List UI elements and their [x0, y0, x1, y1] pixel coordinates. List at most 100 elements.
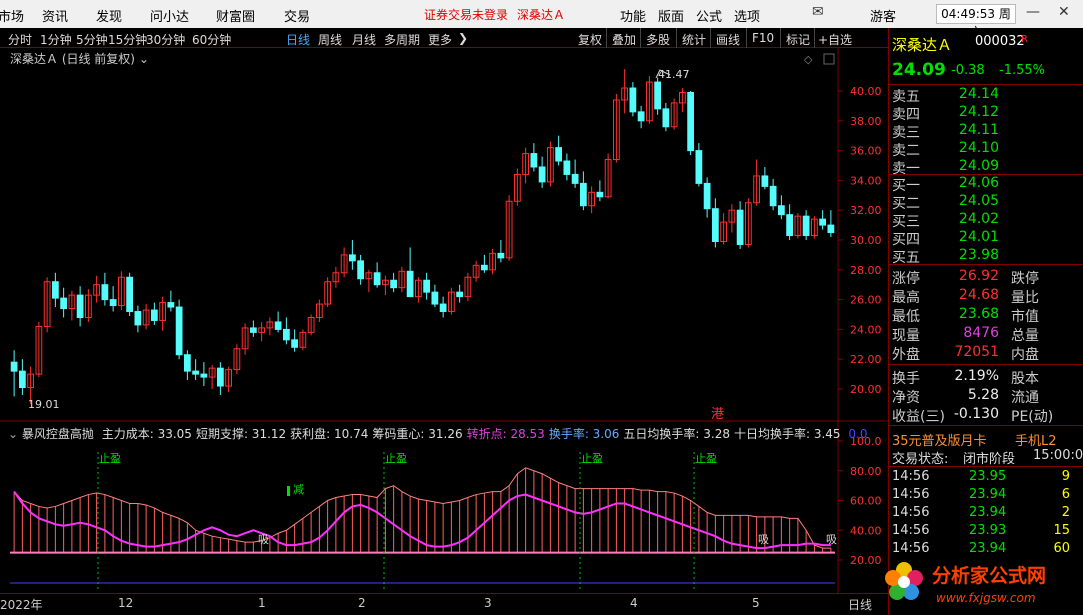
price-axis-label: 32.00	[850, 204, 882, 217]
take-profit-label: 止盈	[99, 452, 121, 465]
clock: 04:49:53 周六	[936, 4, 1016, 39]
indicator-field: 获利盘: 10.74	[290, 427, 369, 441]
candle-body	[60, 297, 68, 310]
diamond-icon: ◇	[804, 53, 813, 66]
stat-row: 净资 5.28 流通	[892, 387, 1039, 406]
candle-body	[654, 81, 662, 110]
r-badge: R	[1021, 34, 1028, 45]
ask-row[interactable]: 卖三 24.11	[889, 122, 1083, 141]
candle-body	[695, 150, 703, 184]
candle-body	[538, 166, 546, 183]
candle-body	[348, 254, 356, 262]
absorb-label: 吸	[758, 533, 769, 546]
last-price: 24.09	[892, 60, 946, 80]
bid-row[interactable]: 买一 24.06	[889, 175, 1083, 194]
absorb-label: 吸	[826, 533, 837, 546]
indicator-field: 0.0	[844, 427, 868, 441]
candle-body	[786, 214, 794, 237]
tick-row: 14:56 23.94 6	[892, 487, 1070, 502]
indicator-field: 转折点: 28.53	[466, 427, 545, 441]
take-profit-label: 止盈	[581, 452, 603, 465]
indicator-axis-label: 40.00	[850, 524, 882, 537]
stat-row: 涨停 26.92 跌停	[892, 268, 1039, 287]
candle-body	[126, 276, 134, 313]
candle-body	[769, 185, 777, 207]
trade-status-time: 15:00:0	[1033, 448, 1083, 463]
bid-row[interactable]: 买二 24.05	[889, 193, 1083, 212]
reduce-label: 减	[293, 483, 304, 496]
candle-body	[439, 303, 447, 313]
candle-body	[497, 252, 505, 259]
stock-code: 000032	[975, 34, 1025, 49]
candle-body	[10, 361, 18, 372]
candle-body	[563, 160, 571, 175]
indicator-field: 短期支撑: 31.12	[195, 427, 287, 441]
ask-row[interactable]: 卖四 24.12	[889, 104, 1083, 123]
candle-body	[662, 108, 670, 128]
take-profit-label: 止盈	[695, 452, 717, 465]
price-axis-label: 22.00	[850, 353, 882, 366]
candle-body	[183, 354, 191, 372]
chevron-down-icon[interactable]: ⌄	[8, 427, 18, 441]
price-axis-label: 28.00	[850, 264, 882, 277]
ask-row[interactable]: 卖五 24.14	[889, 86, 1083, 105]
indicator-field: 主力成本: 33.05	[101, 427, 192, 441]
candle-body	[480, 264, 488, 271]
trade-status-value: 闭市阶段	[963, 452, 1016, 467]
indicator-field: 五日均换手率: 3.28	[623, 427, 730, 441]
date-label: 3	[484, 596, 492, 610]
minimize-icon[interactable]: —	[1026, 4, 1040, 20]
candle-body	[579, 182, 587, 207]
stat-row: 现量 8476 总量	[892, 325, 1039, 344]
indicator-field: 十日均换手率: 3.45	[733, 427, 841, 441]
candle-body	[711, 208, 719, 242]
trade-status-label: 交易状态:	[892, 452, 949, 467]
date-label: 5	[752, 596, 760, 610]
date-label: 2	[358, 596, 366, 610]
close-icon[interactable]: ✕	[1058, 4, 1070, 20]
stat-row: 换手 2.19% 股本	[892, 368, 1039, 387]
candle-body	[777, 205, 785, 216]
candle-body	[192, 370, 200, 375]
promo-link[interactable]: 35元普及版月卡	[892, 430, 987, 449]
candle-body	[423, 279, 431, 293]
watermark-url: www.fxjgsw.com	[936, 591, 1036, 605]
indicator-name: 暴风控盘高抛	[21, 427, 94, 441]
candle-body	[802, 215, 810, 237]
candle-body	[101, 284, 109, 301]
bid-row[interactable]: 买三 24.02	[889, 211, 1083, 230]
candle-body	[555, 147, 563, 162]
candle-body	[629, 87, 637, 113]
price-axis-label: 20.00	[850, 383, 882, 396]
candle-body	[175, 306, 183, 356]
bid-row[interactable]: 买四 24.01	[889, 229, 1083, 248]
kline-chart[interactable]: 40.00 38.00 36.00 34.00 32.00 30.00 28.00 26.00…	[0, 0, 888, 593]
price-axis-label: 24.00	[850, 323, 882, 336]
date-label: 12	[118, 596, 134, 610]
candle-body	[200, 373, 208, 378]
candle-body	[761, 175, 769, 187]
stat-row: 最高 24.68 量比	[892, 287, 1039, 306]
watermark-title: 分析家公式网	[932, 564, 1046, 587]
candle-body	[134, 311, 142, 326]
date-axis: 2022年 12 1 2 3 4 5 日线	[0, 593, 888, 615]
candle-body	[390, 279, 398, 289]
candle-body	[76, 294, 84, 318]
ask-row[interactable]: 卖二 24.10	[889, 140, 1083, 159]
candle-body	[51, 281, 59, 299]
candle-body	[18, 370, 26, 389]
price-axis-label: 30.00	[850, 234, 882, 247]
tick-row: 14:56 23.94 2	[892, 505, 1070, 520]
promo-link-2[interactable]: 手机L2	[1015, 430, 1057, 449]
bid-row[interactable]: 买五 23.98	[889, 247, 1083, 266]
price-axis-label: 34.00	[850, 174, 882, 187]
candle-body	[819, 218, 827, 226]
candle-body	[406, 270, 414, 298]
candle-body	[357, 260, 365, 280]
candle-body	[216, 367, 224, 387]
candle-body	[167, 302, 175, 308]
price-axis-label: 40.00	[850, 85, 882, 98]
candle-body	[249, 327, 257, 333]
candle-body	[109, 299, 117, 307]
stat-row: 最低 23.68 市值	[892, 306, 1039, 325]
